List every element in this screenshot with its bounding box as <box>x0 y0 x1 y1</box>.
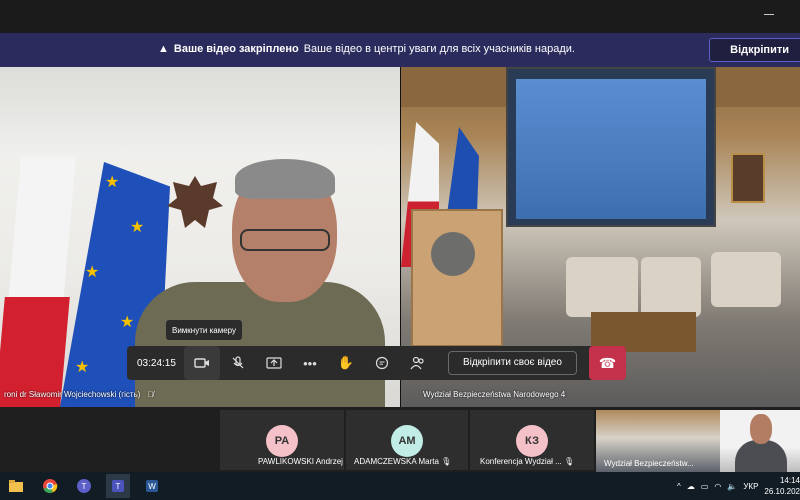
chevron-up-icon[interactable]: ^ <box>677 482 681 491</box>
banner-text: Ваше відео в центрі уваги для всіх учасн… <box>303 43 575 55</box>
self-body <box>735 440 787 472</box>
portrait <box>731 153 765 203</box>
warning-icon: ▲ <box>158 43 169 55</box>
more-button[interactable]: ••• <box>292 346 328 380</box>
taskbar: T T W ^ ☁ ▭ ◠ 🔈 УКР 14:14 26.10.202 <box>0 472 800 500</box>
left-tile-label: roni dr Sławomir Wojciechowski (гість) 🎙… <box>4 390 154 399</box>
right-tile-label: Wydział Bezpieczeństwa Narodowego 4 <box>423 390 565 399</box>
eu-star: ★ <box>120 314 135 331</box>
eagle-emblem-icon <box>167 176 223 228</box>
screen-content <box>516 79 706 219</box>
speaker-icon[interactable]: 🔈 <box>727 482 737 491</box>
avatar: КЗ <box>516 425 548 457</box>
svg-text:T: T <box>82 482 87 491</box>
system-tray: ^ ☁ ▭ ◠ 🔈 УКР 14:14 26.10.202 <box>677 472 800 500</box>
unpin-button[interactable]: Відкріпити <box>709 38 800 62</box>
raise-hand-icon: ✋ <box>337 355 355 370</box>
self-head <box>750 414 772 444</box>
more-icon: ••• <box>303 355 317 371</box>
participant-tile[interactable]: PA PAWLIKOWSKI Andrzej 🎙 <box>220 410 355 470</box>
raise-hand-button[interactable]: ✋ <box>328 346 364 380</box>
banner-bold-text: Ваше відео закріплено <box>173 43 299 55</box>
participant-name: ADAMCZEWSKA Marta 🎙 <box>354 457 452 466</box>
person-hair <box>235 159 335 199</box>
chrome-icon[interactable] <box>38 474 62 498</box>
chair <box>641 257 701 317</box>
left-participant-name: roni dr Sławomir Wojciechowski (гість) <box>4 390 141 399</box>
mic-off-icon <box>232 356 244 369</box>
people-icon <box>410 356 424 370</box>
participant-tile[interactable]: КЗ Konferencja Wydział ... 🎙 <box>470 410 594 470</box>
pinned-banner: ▲ Ваше відео закріплено Ваше відео в цен… <box>0 33 800 67</box>
room-thumbnail-label: Wydział Bezpieczeństw... <box>604 459 694 468</box>
podium-emblem-icon <box>431 232 475 276</box>
camera-icon <box>194 358 209 368</box>
hangup-icon: ☎ <box>598 354 617 371</box>
person-uniform <box>135 282 385 407</box>
share-button[interactable] <box>256 346 292 380</box>
meeting-timer: 03:24:15 <box>137 357 176 369</box>
banner-message: ▲ Ваше відео закріплено Ваше відео в цен… <box>158 43 575 55</box>
clock-time: 14:14 <box>779 476 800 485</box>
svg-text:T: T <box>116 482 121 491</box>
teams-icon[interactable]: T <box>72 474 96 498</box>
clock[interactable]: 14:14 26.10.202 <box>764 475 800 497</box>
chair <box>566 257 638 317</box>
mic-button[interactable] <box>220 346 256 380</box>
avatar: AM <box>391 425 423 457</box>
people-button[interactable] <box>400 346 436 380</box>
eu-star: ★ <box>75 359 90 376</box>
self-view-thumbnail[interactable] <box>720 410 800 472</box>
svg-text:W: W <box>148 482 156 491</box>
eu-star: ★ <box>130 219 145 236</box>
ceiling <box>0 67 400 157</box>
mic-off-icon: 🎙 <box>563 457 575 466</box>
hangup-button[interactable]: ☎ <box>589 346 626 380</box>
mic-off-icon: 🎙̸ <box>147 390 154 399</box>
teams-active-icon[interactable]: T <box>106 474 130 498</box>
eu-star: ★ <box>85 264 100 281</box>
chat-button[interactable] <box>364 346 400 380</box>
language-indicator[interactable]: УКР <box>743 482 758 491</box>
right-participant-name: Wydział Bezpieczeństwa Narodowego 4 <box>423 390 566 399</box>
file-explorer-icon[interactable] <box>4 474 28 498</box>
word-icon[interactable]: W <box>140 474 164 498</box>
chat-icon <box>375 356 389 370</box>
eu-star: ★ <box>105 174 120 191</box>
camera-tooltip: Вимкнути камеру <box>166 320 242 340</box>
avatar: PA <box>266 425 298 457</box>
minimize-icon[interactable] <box>764 14 774 15</box>
meeting-controls: 03:24:15 ••• ✋ Відкріпити своє відео <box>127 346 626 380</box>
participant-name: Konferencja Wydział ... 🎙 <box>480 457 575 466</box>
glasses <box>240 229 330 251</box>
podium <box>411 209 503 347</box>
projector-screen <box>506 67 716 227</box>
chair <box>711 252 781 307</box>
room-thumbnail[interactable]: Wydział Bezpieczeństw... <box>596 410 720 472</box>
display-icon[interactable]: ▭ <box>701 482 709 491</box>
title-bar <box>0 0 800 33</box>
share-icon <box>266 357 282 369</box>
participant-tile[interactable]: AM ADAMCZEWSKA Marta 🎙 <box>346 410 468 470</box>
wifi-icon[interactable]: ◠ <box>714 482 721 491</box>
participant-name: PAWLIKOWSKI Andrzej 🎙 <box>258 457 355 466</box>
clock-date: 26.10.202 <box>764 487 800 496</box>
unpin-video-button[interactable]: Відкріпити своє відео <box>447 351 577 375</box>
cloud-icon[interactable]: ☁ <box>687 482 695 491</box>
camera-button[interactable] <box>183 346 220 380</box>
mic-off-icon: 🎙 <box>441 457 452 466</box>
